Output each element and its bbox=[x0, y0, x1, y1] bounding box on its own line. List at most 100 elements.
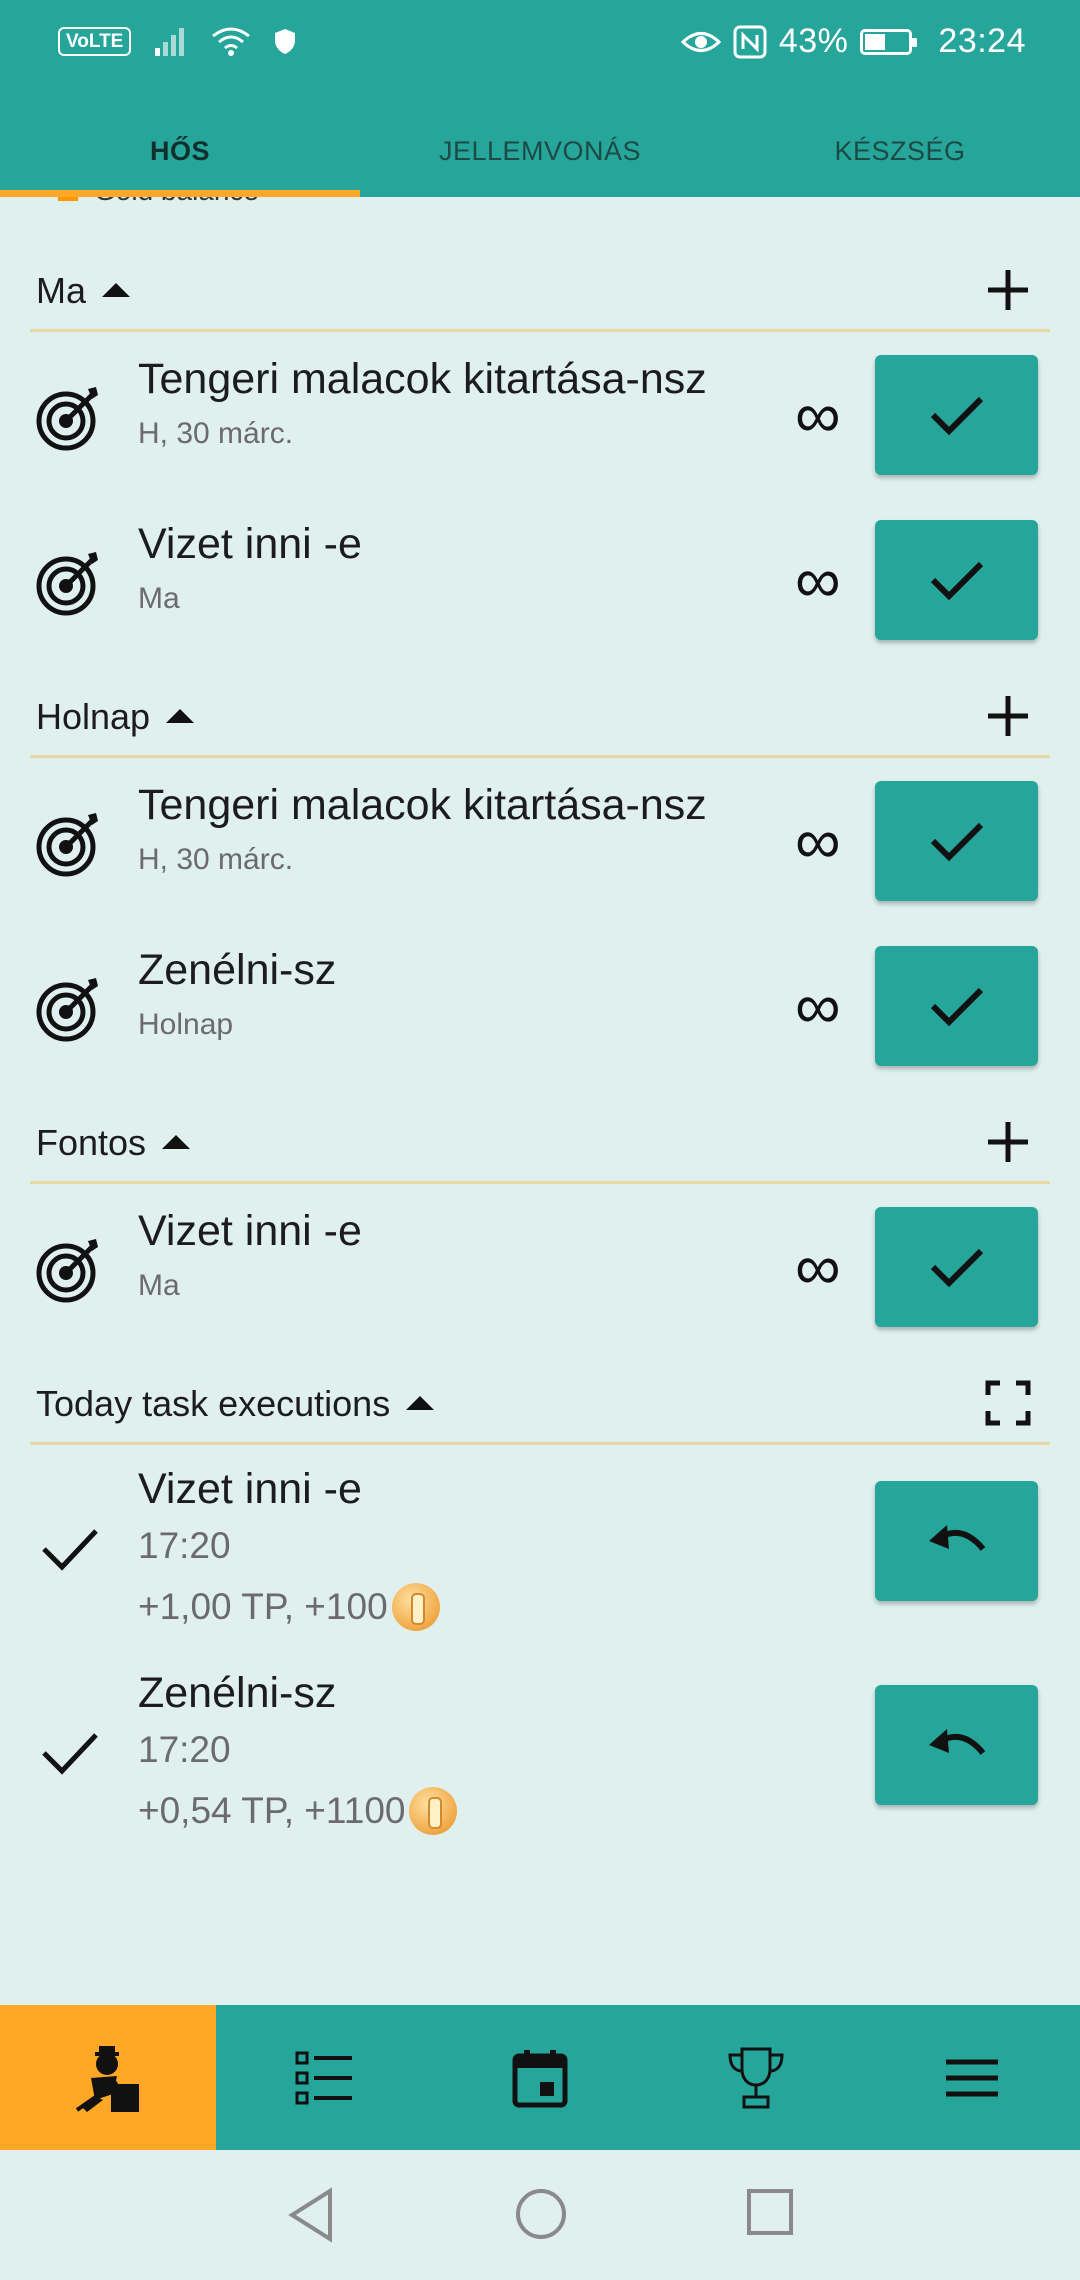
reward-text: +1,00 TP, +100 bbox=[138, 1586, 388, 1627]
main-content[interactable]: Gold balance Ma Tengeri malacok kitartás… bbox=[0, 197, 1080, 2005]
check-icon bbox=[42, 1733, 98, 1775]
task-row[interactable]: Tengeri malacok kitartása-nsz H, 30 márc… bbox=[0, 335, 1080, 495]
add-icon[interactable] bbox=[984, 266, 1032, 314]
task-list-icon bbox=[295, 2051, 352, 2104]
nfc-icon bbox=[733, 25, 767, 58]
execution-row[interactable]: Zenélni-sz 17:20 +0,54 TP, +1100 bbox=[0, 1661, 1080, 1865]
trophy-icon bbox=[728, 2047, 784, 2108]
infinity-icon: ∞ bbox=[795, 379, 841, 451]
nav-calendar[interactable] bbox=[432, 2005, 648, 2150]
execution-name: Vizet inni -e bbox=[138, 1465, 362, 1513]
task-row[interactable]: Tengeri malacok kitartása-nsz H, 30 márc… bbox=[0, 761, 1080, 921]
signal-icon bbox=[155, 28, 185, 56]
infinity-icon: ∞ bbox=[795, 805, 841, 877]
check-icon bbox=[42, 1529, 98, 1571]
complete-button[interactable] bbox=[875, 520, 1038, 640]
menu-icon bbox=[946, 2059, 998, 2096]
nav-achievements[interactable] bbox=[648, 2005, 864, 2150]
section-tomorrow-header[interactable]: Holnap bbox=[30, 676, 1050, 758]
collapse-caret-icon[interactable] bbox=[102, 283, 131, 297]
app-header: VoLTE 43% 23:24 HŐS JELLEMVONÁS KÉSZSÉG bbox=[0, 0, 1080, 197]
collapse-caret-icon[interactable] bbox=[162, 1135, 191, 1149]
undo-button[interactable] bbox=[875, 1685, 1038, 1805]
status-left-icons: VoLTE bbox=[58, 26, 297, 56]
clock: 23:24 bbox=[938, 22, 1026, 60]
infinity-icon: ∞ bbox=[795, 970, 841, 1042]
section-title: Fontos bbox=[36, 1122, 147, 1163]
task-name: Zenélni-sz bbox=[138, 946, 337, 994]
gold-coin-icon bbox=[391, 1583, 440, 1631]
add-icon[interactable] bbox=[984, 692, 1032, 740]
tab-bar: HŐS JELLEMVONÁS KÉSZSÉG bbox=[0, 105, 1080, 197]
task-date: Ma bbox=[138, 582, 180, 615]
complete-button[interactable] bbox=[875, 1207, 1038, 1327]
tab-traits[interactable]: JELLEMVONÁS bbox=[360, 105, 720, 197]
execution-reward: +1,00 TP, +100 bbox=[138, 1583, 440, 1631]
section-important-header[interactable]: Fontos bbox=[30, 1102, 1050, 1184]
eye-icon bbox=[680, 31, 721, 52]
section-title: Ma bbox=[36, 270, 87, 311]
complete-button[interactable] bbox=[875, 355, 1038, 475]
infinity-icon: ∞ bbox=[795, 1231, 841, 1303]
tab-indicator bbox=[0, 190, 360, 197]
infinity-icon: ∞ bbox=[795, 544, 841, 616]
reward-text: +0,54 TP, +1100 bbox=[138, 1790, 406, 1831]
target-icon bbox=[36, 387, 98, 451]
system-navigation-bar bbox=[0, 2150, 1080, 2280]
target-icon bbox=[36, 978, 98, 1042]
status-bar: VoLTE 43% 23:24 bbox=[0, 0, 1080, 92]
task-date: H, 30 márc. bbox=[138, 417, 294, 450]
task-row[interactable]: Zenélni-sz Holnap ∞ bbox=[0, 926, 1080, 1086]
execution-row[interactable]: Vizet inni -e 17:20 +1,00 TP, +100 bbox=[0, 1457, 1080, 1661]
execution-time: 17:20 bbox=[138, 1525, 231, 1566]
calendar-icon bbox=[512, 2049, 568, 2107]
undo-icon bbox=[928, 1525, 985, 1551]
tab-skills[interactable]: KÉSZSÉG bbox=[720, 105, 1080, 197]
section-executions-header[interactable]: Today task executions bbox=[30, 1363, 1050, 1445]
peek-list-item: Gold balance bbox=[58, 197, 259, 207]
check-icon bbox=[930, 396, 983, 436]
add-icon[interactable] bbox=[984, 1118, 1032, 1166]
tab-hero[interactable]: HŐS bbox=[0, 105, 360, 197]
nav-tasks[interactable] bbox=[216, 2005, 432, 2150]
gold-coin-icon bbox=[409, 1787, 458, 1835]
battery-percent: 43% bbox=[778, 22, 849, 60]
complete-button[interactable] bbox=[875, 946, 1038, 1066]
bottom-navigation bbox=[0, 2005, 1080, 2150]
collapse-caret-icon[interactable] bbox=[406, 1396, 435, 1410]
gold-square-icon bbox=[58, 197, 78, 201]
check-icon bbox=[930, 561, 983, 601]
section-today-header[interactable]: Ma bbox=[30, 250, 1050, 332]
complete-button[interactable] bbox=[875, 781, 1038, 901]
home-icon[interactable] bbox=[514, 2187, 568, 2241]
peek-item-label: Gold balance bbox=[94, 197, 259, 207]
section-title: Today task executions bbox=[36, 1383, 391, 1424]
collapse-caret-icon[interactable] bbox=[166, 709, 195, 723]
task-name: Tengeri malacok kitartása-nsz bbox=[138, 355, 707, 403]
hero-icon bbox=[75, 2045, 139, 2112]
execution-time: 17:20 bbox=[138, 1729, 231, 1770]
task-date: Holnap bbox=[138, 1008, 234, 1041]
check-icon bbox=[930, 987, 983, 1027]
nav-hero[interactable] bbox=[0, 2005, 216, 2150]
back-icon[interactable] bbox=[286, 2187, 336, 2243]
shield-icon bbox=[275, 29, 296, 54]
check-icon bbox=[930, 1248, 983, 1288]
battery-icon bbox=[860, 28, 918, 55]
section-title: Holnap bbox=[36, 696, 151, 737]
execution-reward: +0,54 TP, +1100 bbox=[138, 1787, 458, 1835]
nav-menu[interactable] bbox=[864, 2005, 1080, 2150]
undo-button[interactable] bbox=[875, 1481, 1038, 1601]
volte-icon: VoLTE bbox=[58, 26, 132, 56]
status-right-icons: 43% 23:24 bbox=[680, 22, 1026, 61]
task-row[interactable]: Vizet inni -e Ma ∞ bbox=[0, 500, 1080, 660]
wifi-icon bbox=[212, 27, 251, 56]
task-row[interactable]: Vizet inni -e Ma ∞ bbox=[0, 1187, 1080, 1347]
recents-icon[interactable] bbox=[745, 2187, 795, 2237]
fullscreen-icon[interactable] bbox=[984, 1379, 1032, 1427]
target-icon bbox=[36, 552, 98, 616]
target-icon bbox=[36, 813, 98, 877]
target-icon bbox=[36, 1239, 98, 1303]
undo-icon bbox=[928, 1729, 985, 1755]
task-date: Ma bbox=[138, 1269, 180, 1302]
